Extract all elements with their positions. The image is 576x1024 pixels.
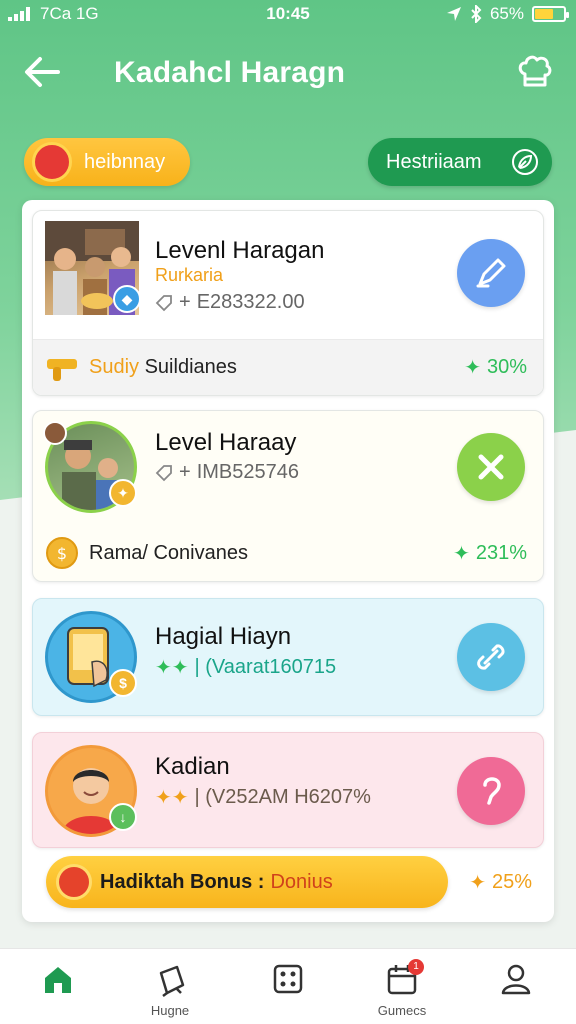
tag-icon [155,294,172,311]
card-title: Level Haraay [155,429,297,456]
diamond-badge-icon: ◆ [113,285,141,313]
card-percent: ✦ 30% [464,356,527,379]
status-bar: 7Ca 1G 10:45 65% [0,0,576,30]
coin-icon: $ [46,537,78,569]
hook-button[interactable] [457,757,525,825]
key-icon [47,358,77,381]
bonus-label-accent: Donius [270,870,333,893]
svg-text:$: $ [57,544,67,563]
card-title: Levenl Haragan [155,237,325,264]
chip-right-label: Hestriiaam [386,150,482,173]
levels-panel: ◆ Levenl Haragan Rurkaria + E283322.00 S… [22,200,554,922]
nav-calendar[interactable]: 1 Gumecs [362,959,442,1023]
profile-icon [501,964,531,995]
status-right: 65% [446,4,569,24]
edit-button[interactable] [457,239,525,307]
notification-badge: 1 [408,959,424,975]
bonus-label: Hadiktah Bonus : [100,870,265,893]
coin-badge-icon: $ [109,669,137,697]
card-percent: ✦ 231% [453,541,527,565]
hook-icon [483,777,501,805]
card-title: Hagial Hiayn [155,623,292,650]
location-icon [446,7,461,21]
tag-icon [155,464,172,481]
chip-left-label: heibnnay [84,150,166,173]
back-button[interactable] [22,54,66,90]
chef-settings-button[interactable] [516,52,554,90]
card-meta-value: E283322.00 [196,291,305,313]
star-icon: ✦ [453,542,470,565]
bottom-nav: Hugne 1 Gumecs [0,948,576,1024]
star-icon: ✦✦ [155,657,189,679]
bluetooth-icon [471,5,482,23]
bonus-coin-icon [56,864,92,900]
level-card[interactable]: $ Hagial Hiayn ✦✦ | (Vaarat160715 [32,598,544,716]
leaf-icon [512,149,538,175]
card-meta: ✦✦ | (Vaarat160715 [155,655,336,680]
bonus-bar[interactable]: Hadiktah Bonus : Donius [46,856,448,908]
nav-home[interactable] [18,963,98,1023]
card-footer-label: Sudiy Suildianes [89,356,237,378]
star-icon: ✦ [469,872,486,894]
home-icon [45,967,71,993]
battery-icon [532,6,569,22]
nav-label: Gumecs [377,1003,427,1018]
card-meta: ✦✦ | (V252AM H6207% [155,785,371,810]
download-badge-icon: ↓ [109,803,137,831]
link-button[interactable] [457,623,525,691]
pencil-icon [476,258,506,288]
level-card[interactable]: ✦ Level Haraay + IMB525746 $ Rama/ Coniv… [32,410,544,582]
plus-icon: + [179,291,191,313]
filter-chip-left[interactable]: heibnnay [24,138,190,186]
nav-profile[interactable] [476,963,556,1023]
plus-icon: + [179,461,191,483]
chef-hat-icon [518,55,552,87]
card-title: Kadian [155,753,230,780]
bag-icon [159,965,185,997]
card-meta-value: IMB525746 [196,461,299,483]
level-card[interactable]: ◆ Levenl Haragan Rurkaria + E283322.00 S… [32,210,544,396]
card-meta: + E283322.00 [155,291,305,314]
drum-icon [32,142,72,182]
nav-games[interactable] [248,963,328,1023]
star-icon: ✦ [464,357,481,379]
filter-chip-right[interactable]: Hestriiaam [368,138,552,186]
link-icon [477,644,505,670]
bonus-percent: ✦ 25% [469,871,532,894]
card-subtitle: Rurkaria [155,265,224,285]
dice-icon [273,964,303,994]
card-footer: Sudiy Suildianes ✦ 30% [33,339,543,395]
card-meta: + IMB525746 [155,461,299,484]
card-meta-value: | (V252AM H6207% [194,786,371,808]
card-footer-label: Rama/ Conivanes [89,541,248,564]
cancel-button[interactable] [457,433,525,501]
page-title: Kadahcl Haragn [114,56,346,89]
card-meta-value: | (Vaarat160715 [194,656,337,678]
app-header: Kadahcl Haragn [0,44,576,100]
nav-label: Hugne [150,1003,190,1018]
arrow-left-icon [25,57,60,87]
star-icon: ✦✦ [155,787,189,809]
level-card[interactable]: ↓ Kadian ✦✦ | (V252AM H6207% [32,732,544,848]
battery-percent: 65% [489,4,524,23]
card-footer: $ Rama/ Conivanes ✦ 231% [33,525,543,581]
nav-shop[interactable]: Hugne [130,963,210,1023]
close-icon [478,454,504,480]
tag-badge-icon [43,421,67,445]
coin-badge-icon: ✦ [109,479,137,507]
